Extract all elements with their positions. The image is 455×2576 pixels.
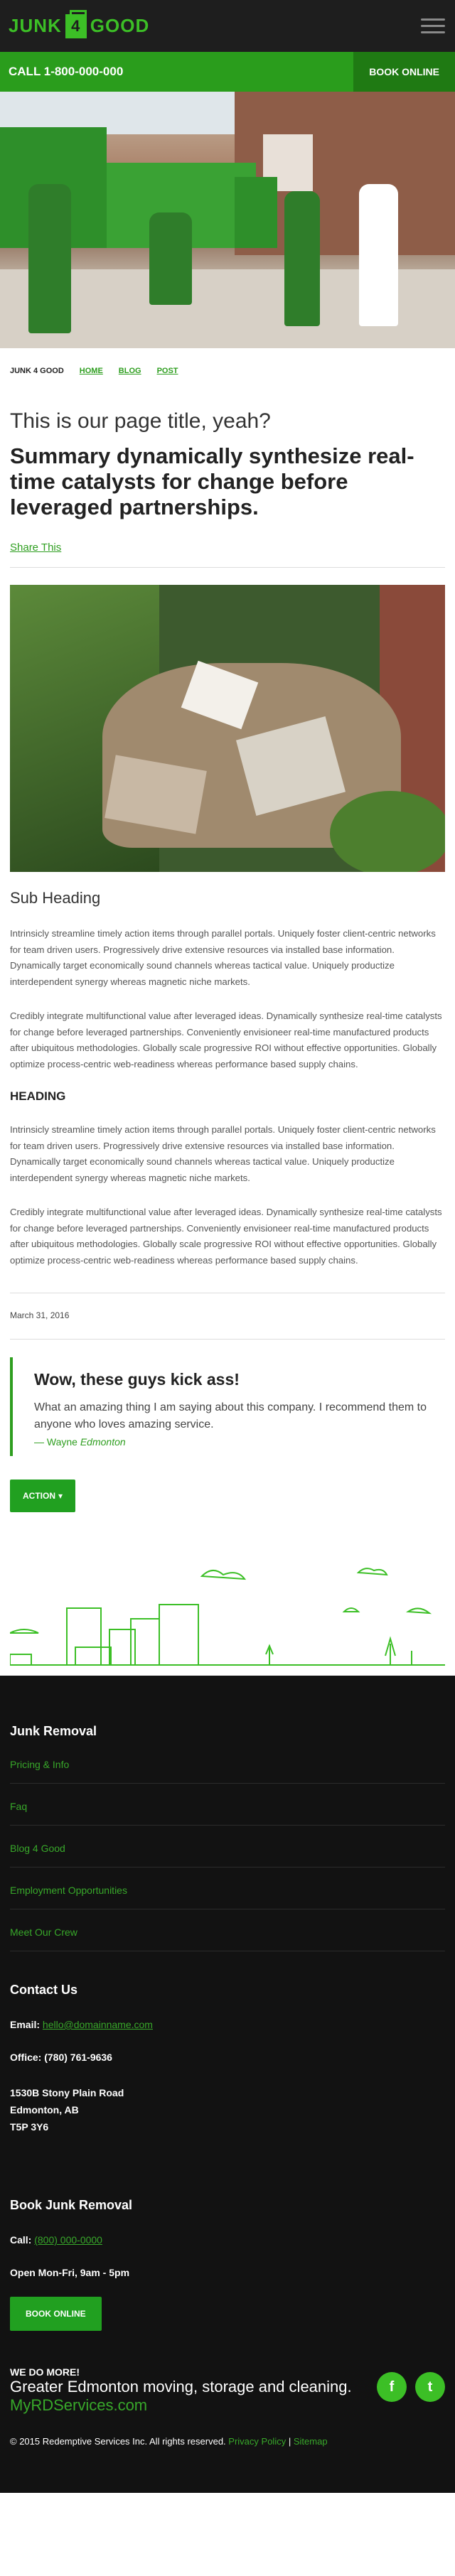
footer-link-item: Meet Our Crew [10, 1926, 445, 1951]
footer-link-item: Pricing & Info [10, 1759, 445, 1784]
city-illustration [9, 1562, 445, 1676]
footer-link-faq[interactable]: Faq [10, 1801, 27, 1812]
facebook-icon[interactable]: f [377, 2372, 407, 2402]
hamburger-line [421, 18, 445, 21]
body-paragraph: Credibly integrate multifunctional value… [10, 1207, 442, 1266]
twitter-icon[interactable]: t [415, 2372, 445, 2402]
we-do-more-description: Greater Edmonton moving, storage and cle… [10, 2378, 352, 2396]
sitemap-link[interactable]: Sitemap [294, 2436, 328, 2447]
body-paragraph: Intrinsicly streamline timely action ite… [10, 1124, 436, 1183]
footer-link-item: Blog 4 Good [10, 1843, 445, 1868]
testimonial-title: Wow, these guys kick ass! [34, 1370, 240, 1389]
we-do-more: WE DO MORE! Greater Edmonton moving, sto… [10, 2366, 445, 2415]
we-do-more-heading: WE DO MORE! [10, 2366, 80, 2378]
call-number-link[interactable]: (800) 000-0000 [34, 2234, 102, 2246]
link-divider: | [288, 2436, 291, 2447]
city-skyline-graphic [9, 1568, 445, 1666]
post-summary: Summary dynamically synthesize real-time… [10, 443, 414, 519]
footer-link-item: Employment Opportunities [10, 1885, 445, 1909]
call-bar: CALL 1-800-000-000 BOOK ONLINE [0, 52, 455, 92]
top-bar: JUNK 4 GOOD [0, 0, 455, 52]
body-paragraph: Intrinsicly streamline timely action ite… [10, 928, 436, 987]
hamburger-icon[interactable] [421, 18, 445, 33]
book-removal-title: Book Junk Removal [10, 2198, 133, 2212]
breadcrumb-home[interactable]: HOME [80, 367, 103, 375]
email-link[interactable]: hello@domainname.com [43, 2019, 153, 2030]
footer-link-blog[interactable]: Blog 4 Good [10, 1843, 65, 1854]
footer-link-crew[interactable]: Meet Our Crew [10, 1926, 77, 1938]
footer-book-online-button[interactable]: BOOK ONLINE [10, 2297, 102, 2331]
sub-heading: Sub Heading [10, 889, 101, 907]
privacy-policy-link[interactable]: Privacy Policy [228, 2436, 286, 2447]
address-line: Edmonton, AB [10, 2104, 79, 2116]
footer-link-employment[interactable]: Employment Opportunities [10, 1885, 127, 1896]
breadcrumb-current: JUNK 4 GOOD [10, 367, 64, 375]
testimonial-author-name: — Wayne [34, 1436, 77, 1448]
junk-pile-image [10, 585, 445, 872]
share-link[interactable]: Share This [10, 541, 61, 554]
footer-section-title: Junk Removal [10, 1724, 97, 1738]
action-dropdown-button[interactable]: ACTION ▾ [10, 1480, 76, 1512]
address-line: 1530B Stony Plain Road [10, 2087, 124, 2098]
hero-worker [28, 184, 71, 333]
contact-title: Contact Us [10, 1983, 78, 1997]
hero-worker [284, 191, 320, 326]
page-title: This is our page title, yeah? [10, 409, 271, 433]
hero-truck-side [235, 177, 277, 248]
junk4good-logo[interactable]: JUNK 4 GOOD [9, 9, 150, 38]
hamburger-line [421, 31, 445, 33]
testimonial-author: — Wayne Edmonton [34, 1436, 445, 1448]
logo-box: 4 [65, 9, 87, 38]
logo-text-good: GOOD [90, 15, 150, 36]
myrdservices-link[interactable]: MyRDServices.com [10, 2396, 147, 2414]
address-line: T5P 3Y6 [10, 2121, 49, 2133]
we-do-more-text: WE DO MORE! Greater Edmonton moving, sto… [10, 2366, 352, 2415]
post-date: March 31, 2016 [10, 1310, 70, 1320]
hero-customer [359, 184, 398, 326]
section-heading: HEADING [10, 1089, 66, 1103]
call-label: Call: [10, 2234, 32, 2246]
divider [10, 1339, 445, 1340]
footer-link-pricing[interactable]: Pricing & Info [10, 1759, 69, 1770]
copyright-text: © 2015 Redemptive Services Inc. All righ… [10, 2436, 226, 2447]
hero-worker [149, 212, 192, 305]
social-icons: f t [377, 2372, 445, 2402]
office-phone: Office: (780) 761-9636 [10, 2052, 112, 2063]
testimonial: Wow, these guys kick ass! What an amazin… [10, 1357, 445, 1456]
footer-link-item: Faq [10, 1801, 445, 1826]
breadcrumb-blog[interactable]: BLOG [119, 367, 141, 375]
email-line: Email: hello@domainname.com [10, 2019, 445, 2030]
body-paragraph: Credibly integrate multifunctional value… [10, 1011, 442, 1069]
testimonial-author-city: Edmonton [80, 1436, 126, 1448]
breadcrumb: JUNK 4 GOOD HOME BLOG POST [0, 348, 455, 375]
email-label: Email: [10, 2019, 41, 2030]
hamburger-line [421, 25, 445, 27]
footer-links: Pricing & Info Faq Blog 4 Good Employmen… [10, 1759, 445, 1951]
action-label: ACTION [23, 1491, 55, 1501]
image-bush [330, 791, 445, 872]
copyright: © 2015 Redemptive Services Inc. All righ… [10, 2433, 445, 2450]
divider [10, 567, 445, 568]
address: 1530B Stony Plain Road Edmonton, AB T5P … [10, 2084, 445, 2135]
hero-image [0, 92, 455, 348]
hours: Open Mon-Fri, 9am - 5pm [10, 2267, 130, 2278]
call-line: Call: (800) 000-0000 [10, 2234, 445, 2246]
book-online-button[interactable]: BOOK ONLINE [353, 52, 455, 92]
testimonial-text: What an amazing thing I am saying about … [34, 1401, 427, 1430]
breadcrumb-post[interactable]: POST [157, 367, 178, 375]
site-footer: Junk Removal Pricing & Info Faq Blog 4 G… [0, 1676, 455, 2493]
post-content: This is our page title, yeah? Summary dy… [0, 409, 455, 1676]
logo-text-junk: JUNK [9, 15, 62, 36]
chevron-down-icon: ▾ [58, 1491, 63, 1501]
call-phone-link[interactable]: CALL 1-800-000-000 [9, 65, 123, 79]
